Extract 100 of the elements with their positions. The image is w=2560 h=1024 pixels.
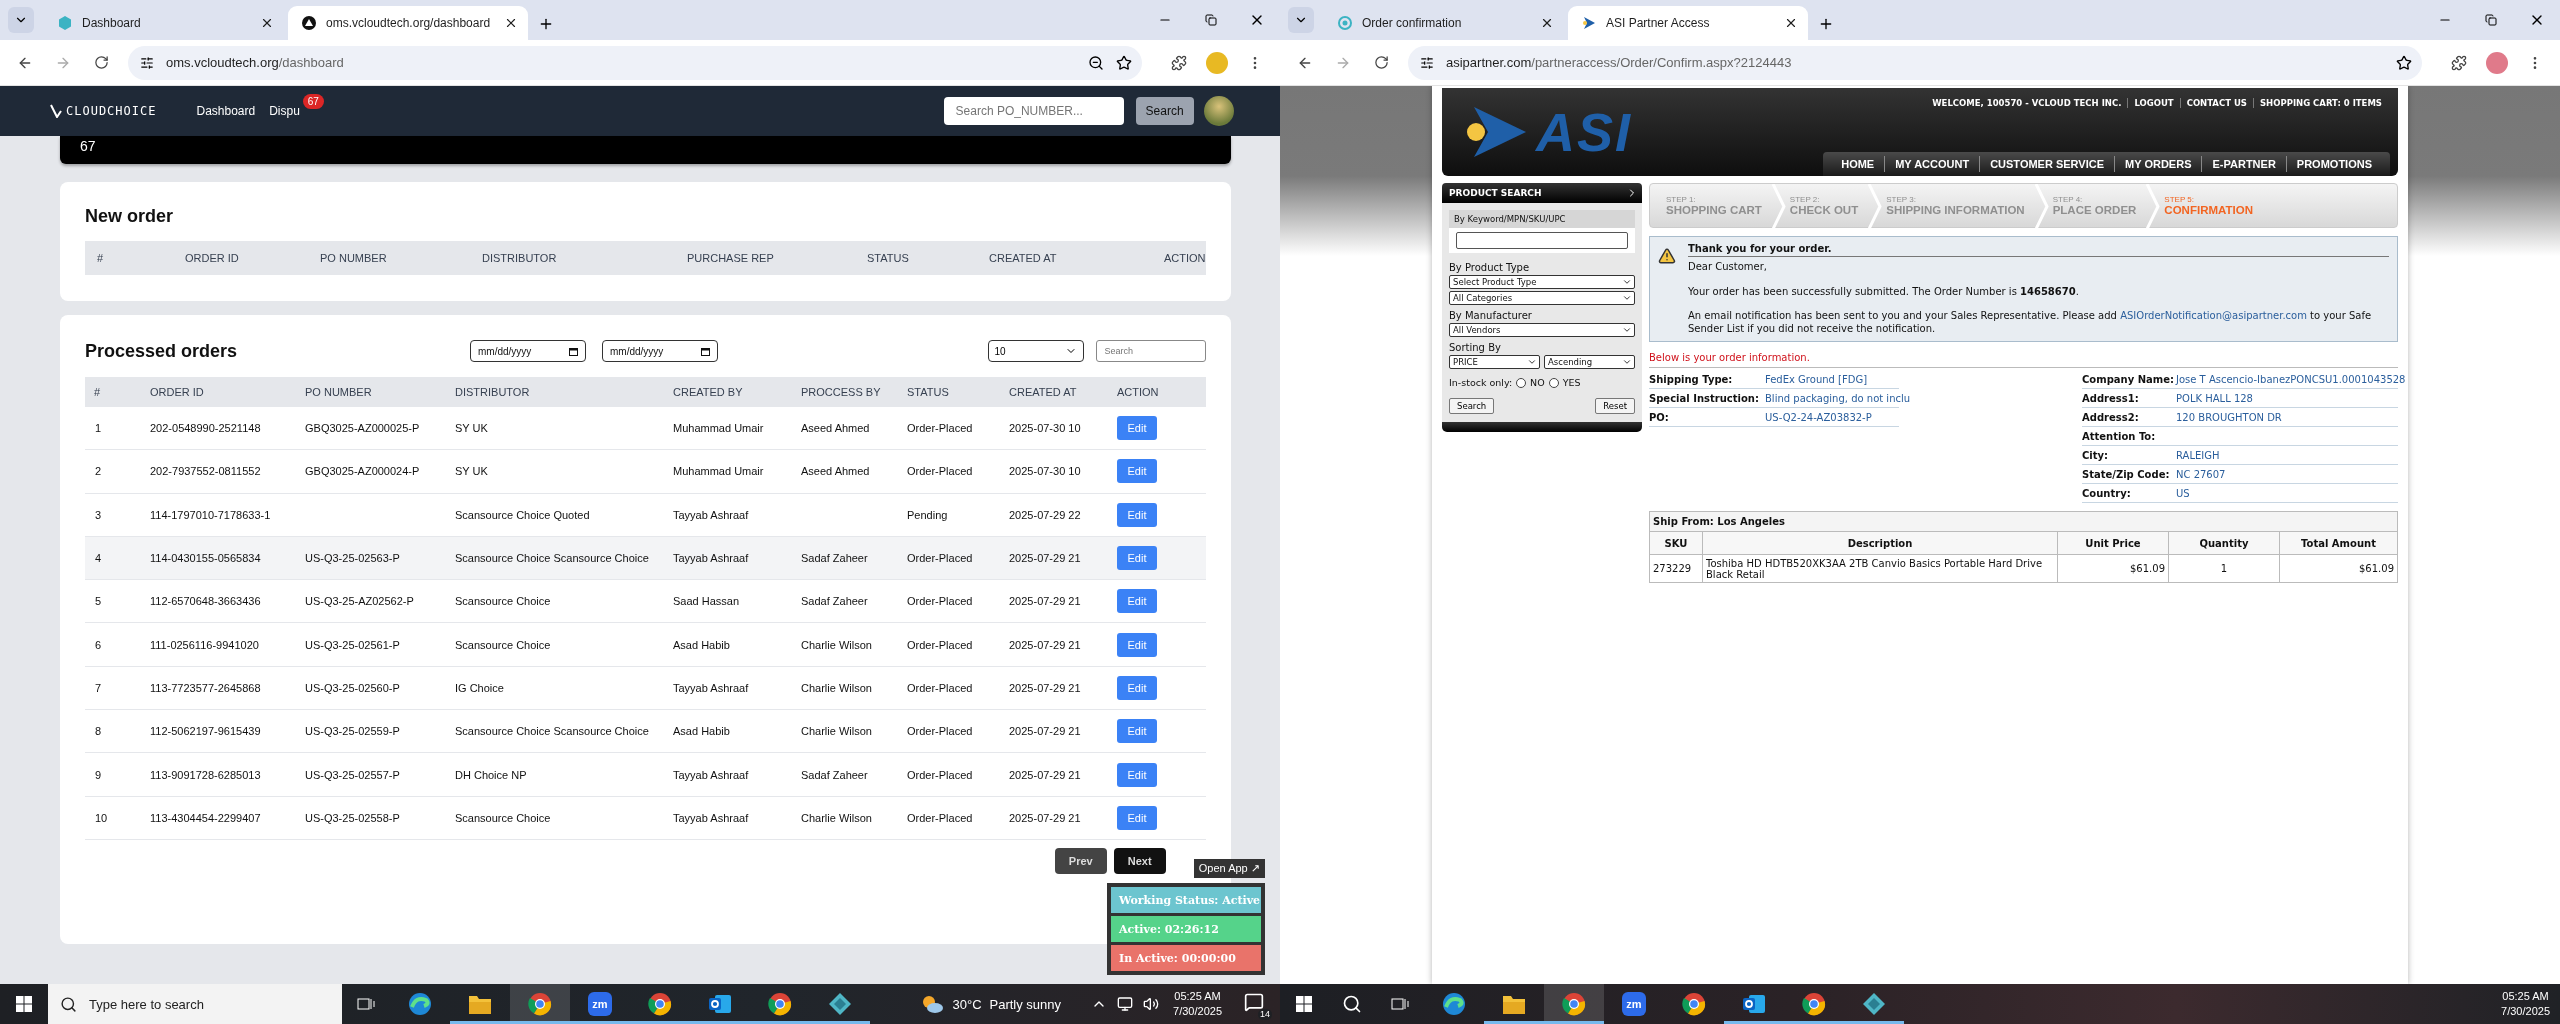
arrow-logo-icon [1582, 16, 1596, 30]
taskbar-app-button[interactable] [1544, 984, 1604, 1024]
volume-icon[interactable] [1143, 996, 1160, 1012]
taskbar-app-button[interactable]: zm [1604, 984, 1664, 1024]
close-icon[interactable] [1784, 16, 1798, 30]
site-info-icon[interactable] [140, 55, 154, 70]
edit-button[interactable]: Edit [1117, 589, 1157, 614]
table-cell-text: 2025-07-30 10 [1009, 465, 1082, 478]
header-link[interactable]: LOGOUT [2127, 98, 2180, 108]
new-tab-button[interactable] [538, 16, 554, 32]
edit-button[interactable]: Edit [1117, 762, 1157, 787]
weather-widget[interactable]: 30°C Partly sunny [920, 994, 1062, 1014]
table-cell-text: 2025-07-29 21 [1009, 768, 1082, 781]
brand-logo[interactable]: CLOUDCHOICE [66, 104, 157, 118]
table-cell-text: 8 [94, 725, 103, 738]
clock[interactable]: 05:25 AM 7/30/2025 [1169, 989, 1226, 1019]
column-header: STATUS [907, 386, 950, 398]
close-icon[interactable] [260, 16, 274, 30]
column-header: DISTRIBUTOR [482, 252, 558, 264]
nav-link[interactable]: HOME [1831, 156, 1885, 172]
nav-link[interactable]: MY ORDERS [2114, 156, 2202, 172]
edit-button[interactable]: Edit [1117, 719, 1157, 744]
zoom-icon[interactable] [1088, 54, 1104, 71]
table-cell-text: Tayyab Ashraaf [673, 768, 750, 781]
dropdown[interactable]: Select Product Type [1449, 275, 1635, 289]
column-header: PO NUMBER [320, 252, 388, 264]
field-label: Shipping Type: [1649, 373, 1734, 385]
prev-button[interactable]: Prev [1054, 847, 1107, 874]
search-button[interactable]: Search [1135, 97, 1194, 125]
table-cell-text: Sadaf Zaheer [801, 768, 869, 781]
table-row[interactable]: 4 114-0430155-0565834 US-Q3-25-02563-P Scansource Choice Scansource Choice Tayyab Ashraaf Sadaf Zaheer Order-Placed 2025-07-29 21 Edit [85, 536, 1206, 581]
edit-button[interactable]: Edit [1117, 546, 1157, 571]
date-field[interactable]: mm/dd/yyyy [470, 340, 586, 362]
nav-link[interactable]: CUSTOMER SERVICE [1979, 156, 2115, 172]
edit-button[interactable]: Edit [1117, 416, 1157, 441]
restore-icon [2485, 14, 2497, 26]
dropdown[interactable]: PRICE [1449, 355, 1540, 369]
column-header: # [93, 386, 102, 398]
table-cell-text: Order-Placed [907, 681, 974, 694]
notifications-button[interactable]: 14 [1236, 988, 1274, 1020]
edit-button[interactable]: Edit [1117, 675, 1157, 700]
search-field[interactable]: Search PO_NUMBER... [943, 97, 1124, 125]
table-cell-text: Muhammad Umair [673, 465, 765, 478]
clock[interactable]: 05:25 AM 7/30/2025 [2497, 989, 2554, 1019]
table-cell-text: US-Q3-25-02563-P [305, 552, 401, 565]
header-link[interactable]: CONTACT US [2179, 98, 2253, 108]
email-link[interactable]: ASIOrderNotification@asipartner.com [2120, 310, 2307, 321]
open-app-link[interactable]: Open App ↗ [1193, 859, 1265, 878]
browser-tab[interactable]: Dashboard [44, 6, 284, 40]
table-cell-text: Saad Hassan [673, 595, 741, 608]
avatar[interactable] [1203, 96, 1234, 126]
nav-link[interactable]: E-PARTNER [2201, 156, 2286, 172]
bookmark-star-icon[interactable] [2396, 54, 2412, 71]
avatar-icon [1206, 51, 1228, 74]
edit-button[interactable]: Edit [1117, 459, 1157, 484]
browser-tab[interactable]: ASI Partner Access [1568, 6, 1808, 40]
nav-link[interactable]: PROMOTIONS [2285, 156, 2382, 172]
network-icon[interactable] [1117, 996, 1134, 1012]
status-bar-item: Active: 02:26:12 [1111, 916, 1261, 942]
table-cell-text: US-Q3-25-02560-P [305, 681, 401, 694]
tab-search-button[interactable] [8, 7, 34, 33]
field-label: Special Instruction: [1649, 392, 1760, 404]
nav-link[interactable]: MY ACCOUNT [1884, 156, 1980, 172]
tab-search-button[interactable] [1288, 7, 1314, 33]
site-info-icon[interactable] [1420, 55, 1434, 70]
browser-tab[interactable]: oms.vcloudtech.org/dashboard [288, 6, 528, 40]
search-field[interactable]: Search [1095, 340, 1206, 362]
close-icon[interactable] [1540, 16, 1554, 30]
warning-icon [1658, 247, 1676, 265]
address-bar[interactable]: oms.vcloudtech.org/dashboard [128, 45, 1142, 80]
date-field[interactable]: mm/dd/yyyy [602, 340, 718, 362]
dropdown[interactable]: All Categories [1449, 291, 1635, 305]
dropdown[interactable]: All Vendors [1449, 323, 1635, 337]
edit-button[interactable]: Edit [1117, 632, 1157, 657]
checkout-step: STEP 3: SHIPPING INFORMATION [1882, 184, 2035, 227]
next-button[interactable]: Next [1113, 847, 1166, 874]
browser-tab[interactable]: Order confirmation [1324, 6, 1564, 40]
radio-label: NO [1530, 377, 1545, 388]
dropdown[interactable]: Ascending [1544, 355, 1635, 369]
header-link[interactable]: SHOPPING CART: 0 ITEMS [2252, 98, 2388, 108]
status-bar-item: In Active: 00:00:00 [1111, 945, 1261, 971]
edit-button[interactable]: Edit [1117, 805, 1157, 830]
search-button[interactable]: Search [1449, 398, 1495, 414]
page-size-select[interactable]: 10 [987, 340, 1084, 362]
browser-icon [528, 992, 552, 1016]
bookmark-star-icon[interactable] [1116, 54, 1132, 71]
new-tab-button[interactable] [1818, 16, 1834, 32]
close-icon[interactable] [504, 16, 518, 30]
nav-link[interactable]: Dashboard [196, 104, 256, 118]
taskbar-search-field[interactable]: Type here to search [48, 984, 342, 1024]
taskbar-app-button[interactable]: zm [570, 984, 630, 1024]
taskbar-app-button[interactable] [510, 984, 570, 1024]
field-label: City: [2082, 449, 2110, 461]
address-bar[interactable]: asipartner.com/partneraccess/Order/Confirm.aspx?2124443 [1408, 45, 2422, 80]
edit-button[interactable]: Edit [1117, 502, 1157, 527]
radio-button[interactable] [1516, 377, 1527, 388]
field-label: By Manufacturer [1449, 310, 1533, 321]
reset-button[interactable]: Reset [1595, 398, 1635, 414]
radio-button[interactable] [1548, 377, 1559, 388]
keyword-field[interactable] [1456, 232, 1628, 249]
